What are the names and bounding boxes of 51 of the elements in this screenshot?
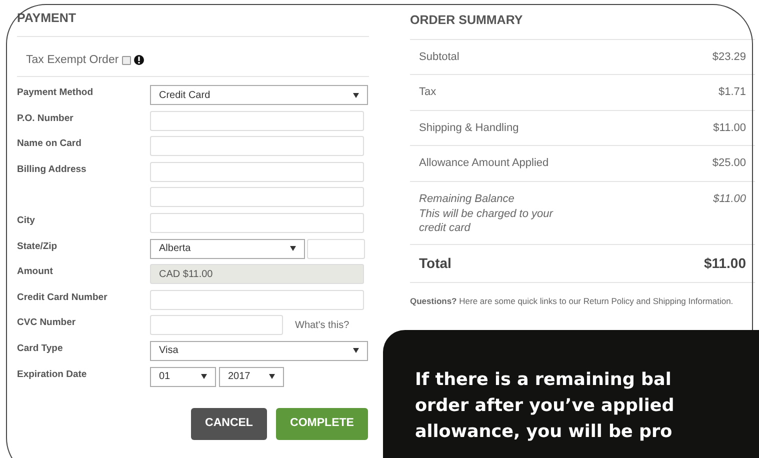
caret-icon: [269, 374, 275, 380]
tax-exempt-label: Tax Exempt Order: [26, 52, 119, 68]
select-dropdown[interactable]: Credit Card: [150, 85, 368, 105]
summary-label: Tax: [419, 85, 436, 100]
select-dropdown[interactable]: 2017: [219, 366, 284, 387]
input-field[interactable]: [150, 187, 364, 208]
section-title: ORDER SUMMARY: [410, 11, 755, 40]
cancel-button[interactable]: CANCEL: [191, 408, 267, 440]
field-label: P.O. Number: [17, 112, 74, 124]
summary-label: Shipping & Handling: [419, 120, 519, 136]
callout-text: If there is a remaining bal order after you’ve applied allowance, you will be pro: [415, 369, 676, 444]
field-label: Expiration Date: [17, 368, 87, 380]
questions-text: Questions? Here are some quick links to our Return Policy and Shipping Information.: [410, 295, 734, 308]
caret-icon: [201, 374, 207, 380]
whats-this-link[interactable]: What's this?: [295, 318, 350, 333]
field-label: Credit Card Number: [17, 292, 108, 303]
summary-value: $23.29: [712, 50, 746, 65]
select-dropdown[interactable]: Visa: [150, 340, 368, 361]
summary-label: Allowance Amount Applied: [419, 156, 549, 172]
summary-label: Total: [419, 254, 452, 274]
caret-icon: [353, 92, 359, 98]
input-field[interactable]: [307, 238, 365, 259]
field-label: State/Zip: [17, 240, 58, 252]
summary-value: $11.00: [704, 254, 746, 274]
field-label: CVC Number: [17, 317, 76, 328]
summary-note: This will be charged to your credit card: [419, 207, 554, 236]
field-label: City: [17, 214, 35, 226]
summary-value: $11.00: [713, 120, 746, 136]
field-label: Payment Method: [17, 87, 94, 98]
section-title: PAYMENT: [17, 9, 369, 37]
select-dropdown[interactable]: 01: [150, 366, 216, 387]
caret-icon: [353, 348, 359, 354]
field-label: Name on Card: [17, 138, 82, 150]
summary-value: $11.00: [713, 192, 746, 207]
input-field[interactable]: [150, 212, 364, 233]
summary-label: Subtotal: [419, 50, 460, 65]
field-label: Billing Address: [17, 164, 86, 175]
caret-icon: [290, 246, 296, 252]
tax-exempt-checkbox[interactable]: [122, 56, 131, 65]
summary-value: $25.00: [712, 156, 746, 172]
select-dropdown[interactable]: Alberta: [150, 238, 305, 259]
input-field[interactable]: [150, 162, 364, 182]
input-field[interactable]: [150, 136, 364, 156]
input-field[interactable]: [150, 315, 283, 336]
field-label: Amount: [17, 266, 53, 278]
field-label: Card Type: [17, 342, 63, 354]
input-field[interactable]: [150, 110, 364, 131]
summary-value: $1.71: [718, 85, 746, 100]
input-field[interactable]: [150, 290, 364, 310]
amount-field: CAD $11.00: [150, 264, 364, 284]
summary-label: Remaining Balance: [419, 192, 516, 207]
